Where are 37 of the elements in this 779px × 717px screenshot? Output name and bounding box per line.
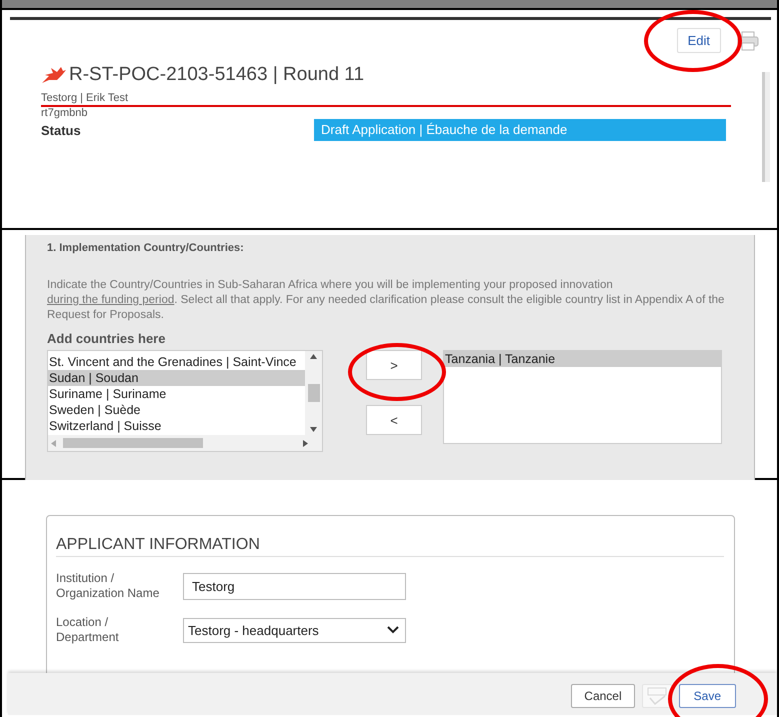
edit-button[interactable]: Edit [676,28,721,52]
horizontal-scrollbar[interactable] [48,435,322,451]
country-option[interactable]: Switzerland | Suisse [48,418,306,434]
scroll-right-icon[interactable] [303,440,308,446]
save-button[interactable]: Save [678,684,736,708]
dropdown[interactable]: Testorg - headquarters [183,618,406,642]
reference-code: rt7gmbnb [41,107,88,119]
country-option[interactable]: Suriname | Suriname [48,386,306,402]
question-title: 1. Implementation Country/Countries: [47,242,245,254]
scroll-up-icon[interactable] [310,354,317,359]
section-heading: APPLICANT INFORMATION [56,536,724,557]
country-option[interactable]: Tanzania | Tanzanie [444,351,721,367]
scroll-thumb[interactable] [308,384,320,402]
country-option[interactable]: Sweden | Suède [48,402,306,418]
vertical-scrollbar[interactable] [305,351,322,435]
page-title: R-ST-POC-2103-51463 | Round 11 [69,64,364,86]
bird-logo-icon [41,66,67,84]
cancel-button[interactable]: Cancel [571,684,635,708]
organization-user: Testorg | Erik Test [41,92,731,107]
available-countries-list[interactable]: St. Vincent and the Grenadines | Saint-Vince Sudan | Soudan Suriname | Suriname Sweden | Suède Switzerland | Suisse [47,350,323,452]
scroll-thumb[interactable] [63,438,203,448]
scrollbar[interactable] [762,72,770,182]
selected-countries-list[interactable]: Tanzania | Tanzanie [443,350,722,444]
country-option[interactable]: St. Vincent and the Grenadines | Saint-Vince [48,354,306,370]
question-text: Indicate the Country/Countries in Sub-Saharan Africa where you will be implementing your proposed innovation during the funding period. Select all that apply. For any needed clarification please consult the eligible country list in Appendix A of the Request for Proposals. [47,278,726,323]
country-option[interactable]: Sudan | Soudan [48,370,306,386]
status-label: Status [41,122,82,138]
list-label: Add countries here [47,331,166,346]
add-button[interactable]: > [366,350,422,380]
input-field[interactable]: Testorg [183,572,406,600]
funding-period-link[interactable]: during the funding period [47,294,174,306]
field-label: Institution / Organization Name [56,571,160,601]
scroll-down-icon[interactable] [310,427,317,432]
remove-button[interactable]: < [366,405,422,435]
status-value: Draft Application | Ébauche de la demande [314,119,726,141]
chevron-down-icon[interactable] [387,626,399,634]
field-label: Location / Department [56,615,120,645]
